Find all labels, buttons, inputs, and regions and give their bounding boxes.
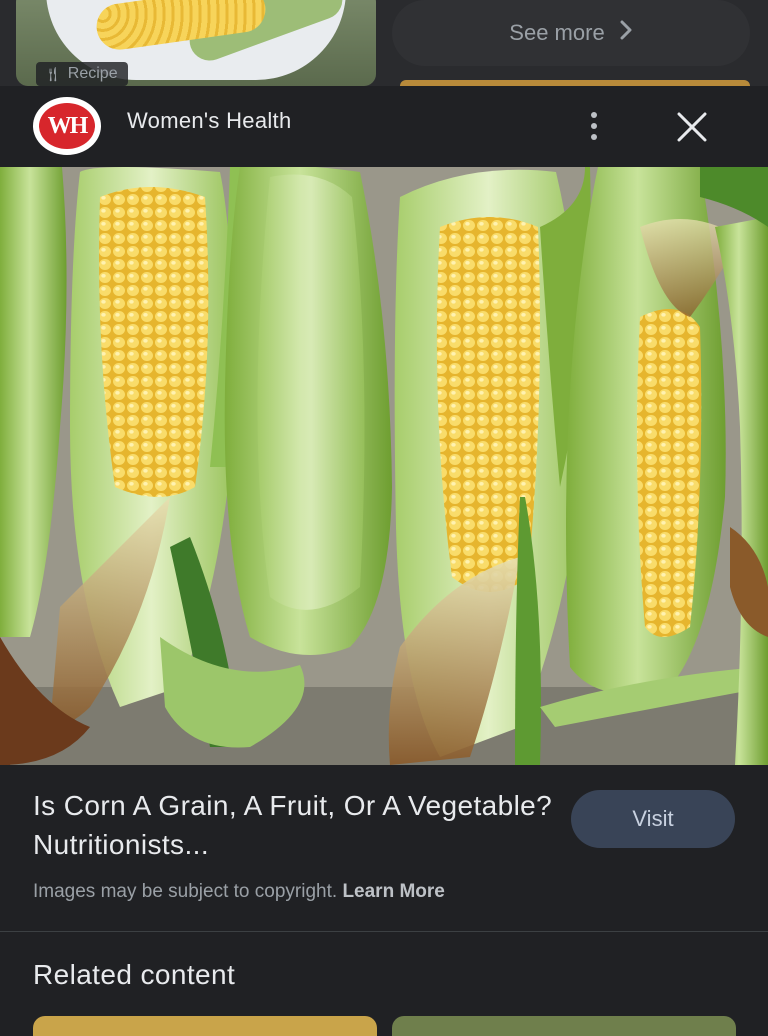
related-content-heading: Related content [33, 959, 236, 990]
copyright-notice: Images may be subject to copyright. Lear… [33, 881, 445, 903]
result-preview-sheet: WH Women's Health Is Corn A Grain, A Fru… [0, 86, 768, 1036]
recipe-label: Recipe [67, 65, 118, 82]
chevron-right-icon [619, 20, 633, 46]
site-name[interactable]: Women's Health [127, 108, 292, 134]
divider [0, 931, 768, 932]
more-options-button[interactable] [576, 104, 612, 148]
related-thumbnail[interactable] [33, 1016, 377, 1036]
copyright-text: Images may be subject to copyright. [33, 881, 338, 902]
more-vertical-dot [591, 134, 597, 140]
result-image[interactable] [0, 167, 768, 765]
site-logo[interactable]: WH [33, 97, 101, 155]
visit-label: Visit [632, 806, 674, 831]
close-icon [677, 112, 707, 142]
logo-mark: WH [39, 103, 95, 149]
result-title[interactable]: Is Corn A Grain, A Fruit, Or A Vegetable… [33, 786, 553, 864]
learn-more-link[interactable]: Learn More [342, 881, 444, 902]
corn-photo [0, 167, 768, 765]
recipe-badge: 🍴︎ Recipe [36, 62, 128, 86]
preview-header: WH Women's Health [0, 86, 768, 166]
see-more-button[interactable]: See more [392, 0, 750, 66]
more-vertical-dot [591, 123, 597, 129]
close-button[interactable] [671, 106, 713, 148]
related-thumbnail[interactable] [392, 1016, 736, 1036]
see-more-label: See more [509, 20, 605, 45]
previous-results-strip: 🍴︎ Recipe See more [0, 0, 768, 86]
fork-knife-icon: 🍴︎ [44, 65, 62, 82]
visit-button[interactable]: Visit [571, 790, 735, 848]
more-vertical-icon [591, 112, 597, 118]
